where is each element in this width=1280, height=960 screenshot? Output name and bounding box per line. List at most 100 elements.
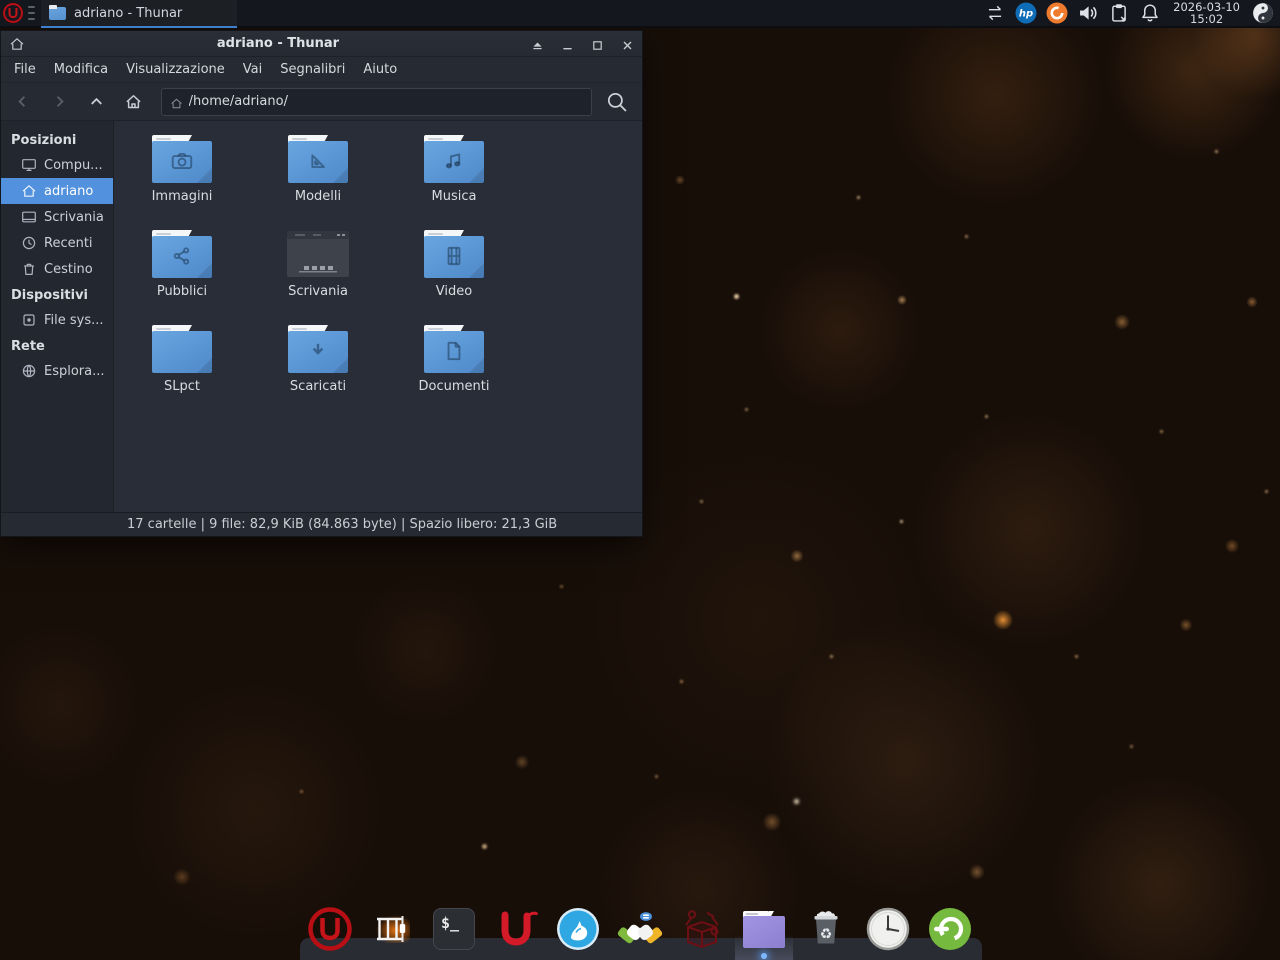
distro-menu-icon[interactable]: [306, 905, 354, 953]
panel-clock[interactable]: 2026-03-1015:02: [1170, 1, 1243, 25]
desktop-icon: [21, 209, 37, 225]
file-item-modelli[interactable]: Modelli: [268, 135, 368, 230]
file-item-immagini[interactable]: Immagini: [132, 135, 232, 230]
back-button[interactable]: [11, 90, 35, 114]
thunar-window: adriano - Thunar FileModificaVisualizzaz…: [0, 30, 643, 537]
toolbar: [1, 83, 642, 121]
menu-modifica[interactable]: Modifica: [45, 58, 117, 81]
statusbar: 17 cartelle | 9 file: 82,9 KiB (84.863 b…: [1, 512, 642, 536]
share-emblem-icon: [170, 244, 194, 268]
file-item-scaricati[interactable]: Scaricati: [268, 325, 368, 420]
office-u-icon[interactable]: [492, 905, 540, 953]
clipboard-icon[interactable]: [1108, 2, 1130, 24]
panel-settings-icon[interactable]: [368, 905, 416, 953]
desktop: adriano - Thunar hp 2026-03-1015:02 adria…: [0, 0, 1280, 960]
update-notifier-icon[interactable]: [1046, 2, 1068, 24]
file-grid: Immagini Modelli Musica Pubblici Scrivania Vi…: [114, 121, 642, 512]
folder-icon: [151, 325, 213, 373]
folder-icon: [423, 135, 485, 183]
file-label: Scrivania: [288, 284, 348, 299]
template-emblem-icon: [306, 149, 330, 173]
file-manager-icon[interactable]: [740, 905, 788, 953]
volume-icon[interactable]: [1077, 2, 1099, 24]
system-tray: hp 2026-03-1015:02: [984, 1, 1280, 25]
terminal-icon[interactable]: $_: [430, 905, 478, 953]
file-label: Pubblici: [157, 284, 207, 299]
distro-logo-icon[interactable]: [2, 2, 24, 24]
menu-visualizzazione[interactable]: Visualizzazione: [117, 58, 234, 81]
file-label: Immagini: [152, 189, 213, 204]
toolbox-icon[interactable]: [678, 905, 726, 953]
notifications-bell-icon[interactable]: [1139, 2, 1161, 24]
sidebar-item-filesystem[interactable]: File sys...: [1, 307, 113, 333]
menubar: FileModificaVisualizzazioneVaiSegnalibri…: [1, 57, 642, 83]
terminal-glyph: $_: [433, 908, 475, 950]
handshake-app-icon[interactable]: [616, 905, 664, 953]
file-label: Documenti: [419, 379, 490, 394]
menu-file[interactable]: File: [5, 58, 45, 81]
search-button[interactable]: [602, 87, 632, 117]
file-item-video[interactable]: Video: [404, 230, 504, 325]
path-home-icon: [170, 95, 183, 108]
path-bar[interactable]: [161, 88, 592, 116]
file-label: Scaricati: [290, 379, 346, 394]
sidebar-header-dispositivi: Dispositivi: [1, 282, 113, 307]
menu-vai[interactable]: Vai: [234, 58, 271, 81]
trash-icon: [21, 261, 37, 277]
power-logout-icon[interactable]: [926, 905, 974, 953]
minimize-button[interactable]: [561, 37, 574, 50]
sidebar-item-desktop[interactable]: Scrivania: [1, 204, 113, 230]
network-icon: [21, 363, 37, 379]
sidebar-item-home-adriano[interactable]: adriano: [1, 178, 113, 204]
svg-text:♻: ♻: [820, 927, 833, 943]
menu-segnalibri[interactable]: Segnalibri: [271, 58, 354, 81]
up-button[interactable]: [85, 90, 109, 114]
path-input[interactable]: [189, 94, 583, 109]
panel-grip-handle[interactable]: [28, 6, 35, 20]
recent-icon: [21, 235, 37, 251]
file-label: Video: [436, 284, 472, 299]
sidebar-item-trash[interactable]: Cestino: [1, 256, 113, 282]
sidebar-item-network-browse[interactable]: Esplora...: [1, 358, 113, 384]
folder-icon: [287, 135, 349, 183]
workspace-swap-icon[interactable]: [984, 2, 1006, 24]
file-label: Musica: [432, 189, 477, 204]
window-title: adriano - Thunar: [25, 36, 531, 51]
film-emblem-icon: [442, 244, 466, 268]
close-button[interactable]: [621, 37, 634, 50]
music-emblem-icon: [442, 149, 466, 173]
hp-device-icon[interactable]: hp: [1015, 2, 1037, 24]
status-text: 17 cartelle | 9 file: 82,9 KiB (84.863 b…: [127, 517, 557, 532]
folder-icon: [287, 325, 349, 373]
taskbar-window-title: adriano - Thunar: [74, 6, 182, 21]
sidebar-item-recent[interactable]: Recenti: [1, 230, 113, 256]
taskbar-window-button[interactable]: adriano - Thunar: [41, 0, 237, 28]
trash-icon[interactable]: ♻: [802, 905, 850, 953]
shade-button[interactable]: [531, 37, 544, 50]
file-item-musica[interactable]: Musica: [404, 135, 504, 230]
window-titlebar[interactable]: adriano - Thunar: [1, 31, 642, 57]
svg-text:hp: hp: [1019, 9, 1033, 20]
file-item-documenti[interactable]: Documenti: [404, 325, 504, 420]
sidebar-item-computer[interactable]: Compu...: [1, 152, 113, 178]
sidebar-header-posizioni: Posizioni: [1, 127, 113, 152]
computer-icon: [21, 157, 37, 173]
folder-icon: [151, 135, 213, 183]
browser-wolf-icon[interactable]: [554, 905, 602, 953]
maximize-button[interactable]: [591, 37, 604, 50]
folder-icon: [423, 325, 485, 373]
file-item-pubblici[interactable]: Pubblici: [132, 230, 232, 325]
desktop-window-icon: [287, 230, 349, 278]
download-emblem-icon: [306, 339, 330, 363]
clock-time: 15:02: [1173, 13, 1240, 25]
purple-folder-icon: [741, 911, 787, 948]
forward-button[interactable]: [48, 90, 72, 114]
file-item-scrivania[interactable]: Scrivania: [268, 230, 368, 325]
menu-aiuto[interactable]: Aiuto: [354, 58, 406, 81]
document-emblem-icon: [442, 339, 466, 363]
window-home-icon: [9, 36, 25, 52]
clock-app-icon[interactable]: [864, 905, 912, 953]
home-button[interactable]: [122, 90, 146, 114]
file-item-slpct[interactable]: SLpct: [132, 325, 232, 420]
yinyang-icon[interactable]: [1252, 2, 1274, 24]
